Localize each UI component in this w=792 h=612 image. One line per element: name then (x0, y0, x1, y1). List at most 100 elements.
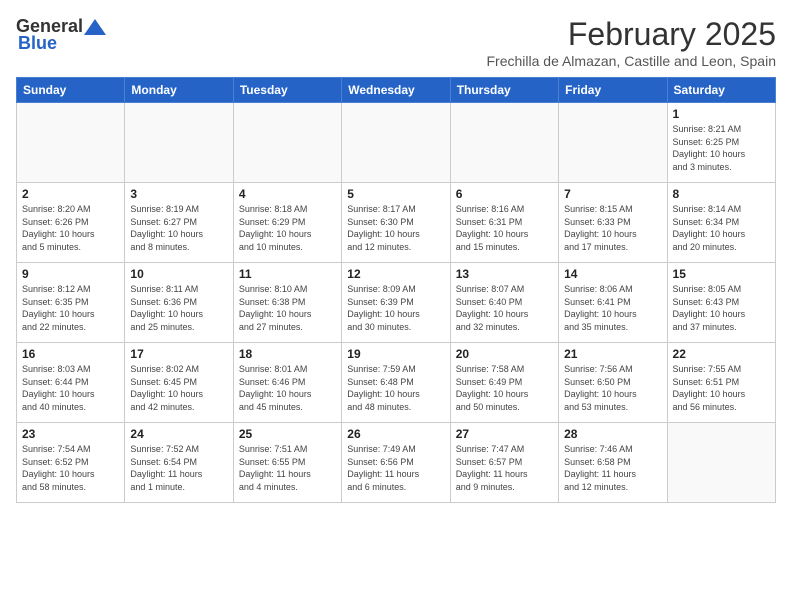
day-info: Sunrise: 8:01 AM Sunset: 6:46 PM Dayligh… (239, 363, 336, 413)
day-number: 18 (239, 347, 336, 361)
day-number: 5 (347, 187, 444, 201)
day-info: Sunrise: 7:54 AM Sunset: 6:52 PM Dayligh… (22, 443, 119, 493)
day-number: 22 (673, 347, 770, 361)
calendar-cell: 12 Sunrise: 8:09 AM Sunset: 6:39 PM Dayli… (342, 263, 450, 343)
day-info: Sunrise: 8:18 AM Sunset: 6:29 PM Dayligh… (239, 203, 336, 253)
calendar-cell: 6 Sunrise: 8:16 AM Sunset: 6:31 PM Daylig… (450, 183, 558, 263)
location-title: Frechilla de Almazan, Castille and Leon,… (486, 53, 776, 69)
day-number: 8 (673, 187, 770, 201)
calendar-cell (17, 103, 125, 183)
calendar-cell: 8 Sunrise: 8:14 AM Sunset: 6:34 PM Daylig… (667, 183, 775, 263)
day-info: Sunrise: 8:11 AM Sunset: 6:36 PM Dayligh… (130, 283, 227, 333)
day-info: Sunrise: 8:10 AM Sunset: 6:38 PM Dayligh… (239, 283, 336, 333)
calendar-header-friday: Friday (559, 78, 667, 103)
day-number: 21 (564, 347, 661, 361)
day-number: 16 (22, 347, 119, 361)
calendar-cell: 21 Sunrise: 7:56 AM Sunset: 6:50 PM Dayli… (559, 343, 667, 423)
logo-blue-text: Blue (16, 33, 57, 54)
calendar-cell: 16 Sunrise: 8:03 AM Sunset: 6:44 PM Dayli… (17, 343, 125, 423)
calendar-cell: 23Sunrise: 7:54 AM Sunset: 6:52 PM Dayli… (17, 423, 125, 503)
day-number: 11 (239, 267, 336, 281)
day-number: 14 (564, 267, 661, 281)
calendar-cell: 7 Sunrise: 8:15 AM Sunset: 6:33 PM Daylig… (559, 183, 667, 263)
calendar-week-row: 9 Sunrise: 8:12 AM Sunset: 6:35 PM Daylig… (17, 263, 776, 343)
day-number: 1 (673, 107, 770, 121)
day-info: Sunrise: 8:20 AM Sunset: 6:26 PM Dayligh… (22, 203, 119, 253)
calendar-cell: 22 Sunrise: 7:55 AM Sunset: 6:51 PM Dayli… (667, 343, 775, 423)
day-number: 24 (130, 427, 227, 441)
logo-icon (84, 19, 106, 35)
day-number: 10 (130, 267, 227, 281)
day-number: 15 (673, 267, 770, 281)
day-info: Sunrise: 8:12 AM Sunset: 6:35 PM Dayligh… (22, 283, 119, 333)
calendar-week-row: 23Sunrise: 7:54 AM Sunset: 6:52 PM Dayli… (17, 423, 776, 503)
calendar-cell: 3 Sunrise: 8:19 AM Sunset: 6:27 PM Daylig… (125, 183, 233, 263)
day-number: 9 (22, 267, 119, 281)
day-number: 17 (130, 347, 227, 361)
day-number: 12 (347, 267, 444, 281)
day-info: Sunrise: 7:47 AM Sunset: 6:57 PM Dayligh… (456, 443, 553, 493)
day-info: Sunrise: 8:14 AM Sunset: 6:34 PM Dayligh… (673, 203, 770, 253)
day-number: 2 (22, 187, 119, 201)
calendar-cell: 10 Sunrise: 8:11 AM Sunset: 6:36 PM Dayli… (125, 263, 233, 343)
calendar-header-saturday: Saturday (667, 78, 775, 103)
calendar-table: SundayMondayTuesdayWednesdayThursdayFrid… (16, 77, 776, 503)
calendar-week-row: 1 Sunrise: 8:21 AM Sunset: 6:25 PM Daylig… (17, 103, 776, 183)
calendar-cell: 24 Sunrise: 7:52 AM Sunset: 6:54 PM Dayli… (125, 423, 233, 503)
calendar-header-sunday: Sunday (17, 78, 125, 103)
calendar-cell: 2 Sunrise: 8:20 AM Sunset: 6:26 PM Daylig… (17, 183, 125, 263)
day-number: 13 (456, 267, 553, 281)
calendar-cell: 18 Sunrise: 8:01 AM Sunset: 6:46 PM Dayli… (233, 343, 341, 423)
calendar-header-tuesday: Tuesday (233, 78, 341, 103)
calendar-cell: 20 Sunrise: 7:58 AM Sunset: 6:49 PM Dayli… (450, 343, 558, 423)
calendar-cell: 26 Sunrise: 7:49 AM Sunset: 6:56 PM Dayli… (342, 423, 450, 503)
day-number: 20 (456, 347, 553, 361)
calendar-cell (125, 103, 233, 183)
calendar-header-thursday: Thursday (450, 78, 558, 103)
day-info: Sunrise: 8:15 AM Sunset: 6:33 PM Dayligh… (564, 203, 661, 253)
calendar-week-row: 2 Sunrise: 8:20 AM Sunset: 6:26 PM Daylig… (17, 183, 776, 263)
calendar-header-row: SundayMondayTuesdayWednesdayThursdayFrid… (17, 78, 776, 103)
calendar-cell: 11 Sunrise: 8:10 AM Sunset: 6:38 PM Dayli… (233, 263, 341, 343)
day-number: 19 (347, 347, 444, 361)
page-header: General Blue February 2025 Frechilla de … (16, 16, 776, 69)
day-number: 7 (564, 187, 661, 201)
logo: General Blue (16, 16, 107, 54)
day-info: Sunrise: 8:19 AM Sunset: 6:27 PM Dayligh… (130, 203, 227, 253)
day-info: Sunrise: 7:55 AM Sunset: 6:51 PM Dayligh… (673, 363, 770, 413)
day-info: Sunrise: 7:59 AM Sunset: 6:48 PM Dayligh… (347, 363, 444, 413)
day-number: 6 (456, 187, 553, 201)
calendar-cell: 4 Sunrise: 8:18 AM Sunset: 6:29 PM Daylig… (233, 183, 341, 263)
calendar-cell: 27 Sunrise: 7:47 AM Sunset: 6:57 PM Dayli… (450, 423, 558, 503)
calendar-cell: 5Sunrise: 8:17 AM Sunset: 6:30 PM Daylig… (342, 183, 450, 263)
day-number: 3 (130, 187, 227, 201)
day-info: Sunrise: 8:16 AM Sunset: 6:31 PM Dayligh… (456, 203, 553, 253)
calendar-cell: 17 Sunrise: 8:02 AM Sunset: 6:45 PM Dayli… (125, 343, 233, 423)
day-info: Sunrise: 8:21 AM Sunset: 6:25 PM Dayligh… (673, 123, 770, 173)
calendar-cell: 1 Sunrise: 8:21 AM Sunset: 6:25 PM Daylig… (667, 103, 775, 183)
day-info: Sunrise: 7:51 AM Sunset: 6:55 PM Dayligh… (239, 443, 336, 493)
day-number: 25 (239, 427, 336, 441)
calendar-week-row: 16 Sunrise: 8:03 AM Sunset: 6:44 PM Dayli… (17, 343, 776, 423)
day-info: Sunrise: 7:46 AM Sunset: 6:58 PM Dayligh… (564, 443, 661, 493)
calendar-cell: 25 Sunrise: 7:51 AM Sunset: 6:55 PM Dayli… (233, 423, 341, 503)
calendar-cell: 13Sunrise: 8:07 AM Sunset: 6:40 PM Dayli… (450, 263, 558, 343)
day-info: Sunrise: 7:52 AM Sunset: 6:54 PM Dayligh… (130, 443, 227, 493)
calendar-cell: 28Sunrise: 7:46 AM Sunset: 6:58 PM Dayli… (559, 423, 667, 503)
calendar-header-monday: Monday (125, 78, 233, 103)
calendar-header-wednesday: Wednesday (342, 78, 450, 103)
calendar-cell (667, 423, 775, 503)
day-number: 27 (456, 427, 553, 441)
day-info: Sunrise: 7:58 AM Sunset: 6:49 PM Dayligh… (456, 363, 553, 413)
day-number: 26 (347, 427, 444, 441)
day-number: 4 (239, 187, 336, 201)
title-block: February 2025 Frechilla de Almazan, Cast… (486, 16, 776, 69)
day-info: Sunrise: 8:06 AM Sunset: 6:41 PM Dayligh… (564, 283, 661, 333)
day-info: Sunrise: 8:03 AM Sunset: 6:44 PM Dayligh… (22, 363, 119, 413)
calendar-cell: 15Sunrise: 8:05 AM Sunset: 6:43 PM Dayli… (667, 263, 775, 343)
day-info: Sunrise: 7:49 AM Sunset: 6:56 PM Dayligh… (347, 443, 444, 493)
day-info: Sunrise: 8:09 AM Sunset: 6:39 PM Dayligh… (347, 283, 444, 333)
day-info: Sunrise: 8:02 AM Sunset: 6:45 PM Dayligh… (130, 363, 227, 413)
calendar-cell (559, 103, 667, 183)
day-info: Sunrise: 7:56 AM Sunset: 6:50 PM Dayligh… (564, 363, 661, 413)
